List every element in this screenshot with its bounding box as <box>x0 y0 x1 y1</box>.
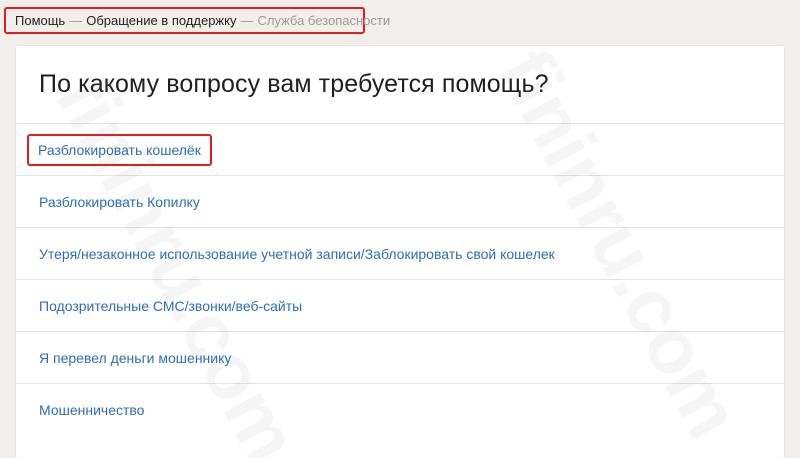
breadcrumb: Помощь — Обращение в поддержку — Служба … <box>4 7 390 34</box>
list-item: Подозрительные СМС/звонки/веб-сайты <box>16 279 784 331</box>
help-topics-list: Разблокировать кошелёк Разблокировать Ко… <box>16 123 784 435</box>
topic-link-unblock-wallet[interactable]: Разблокировать кошелёк <box>27 133 212 166</box>
topic-link-fraud[interactable]: Мошенничество <box>39 402 144 418</box>
list-item: Разблокировать кошелёк <box>16 123 784 175</box>
breadcrumb-help-link[interactable]: Помощь <box>15 13 65 28</box>
breadcrumb-current-page: Служба безопасности <box>257 13 391 28</box>
topic-link-account-misuse[interactable]: Утеря/незаконное использование учетной з… <box>39 246 555 262</box>
list-item: Я перевел деньги мошеннику <box>16 331 784 383</box>
help-topics-card: По какому вопросу вам требуется помощь? … <box>16 46 784 458</box>
breadcrumb-separator: — <box>240 13 254 28</box>
topic-link-unblock-piggy-bank[interactable]: Разблокировать Копилку <box>39 194 200 210</box>
page-title: По какому вопросу вам требуется помощь? <box>39 70 549 98</box>
breadcrumb-support-request-link[interactable]: Обращение в поддержку <box>86 13 236 28</box>
list-item: Мошенничество <box>16 383 784 435</box>
list-item: Разблокировать Копилку <box>16 175 784 227</box>
topic-link-money-sent-to-scammer[interactable]: Я перевел деньги мошеннику <box>39 350 231 366</box>
breadcrumb-separator: — <box>69 13 83 28</box>
list-item: Утеря/незаконное использование учетной з… <box>16 227 784 279</box>
topic-link-suspicious-contacts[interactable]: Подозрительные СМС/звонки/веб-сайты <box>39 298 302 314</box>
